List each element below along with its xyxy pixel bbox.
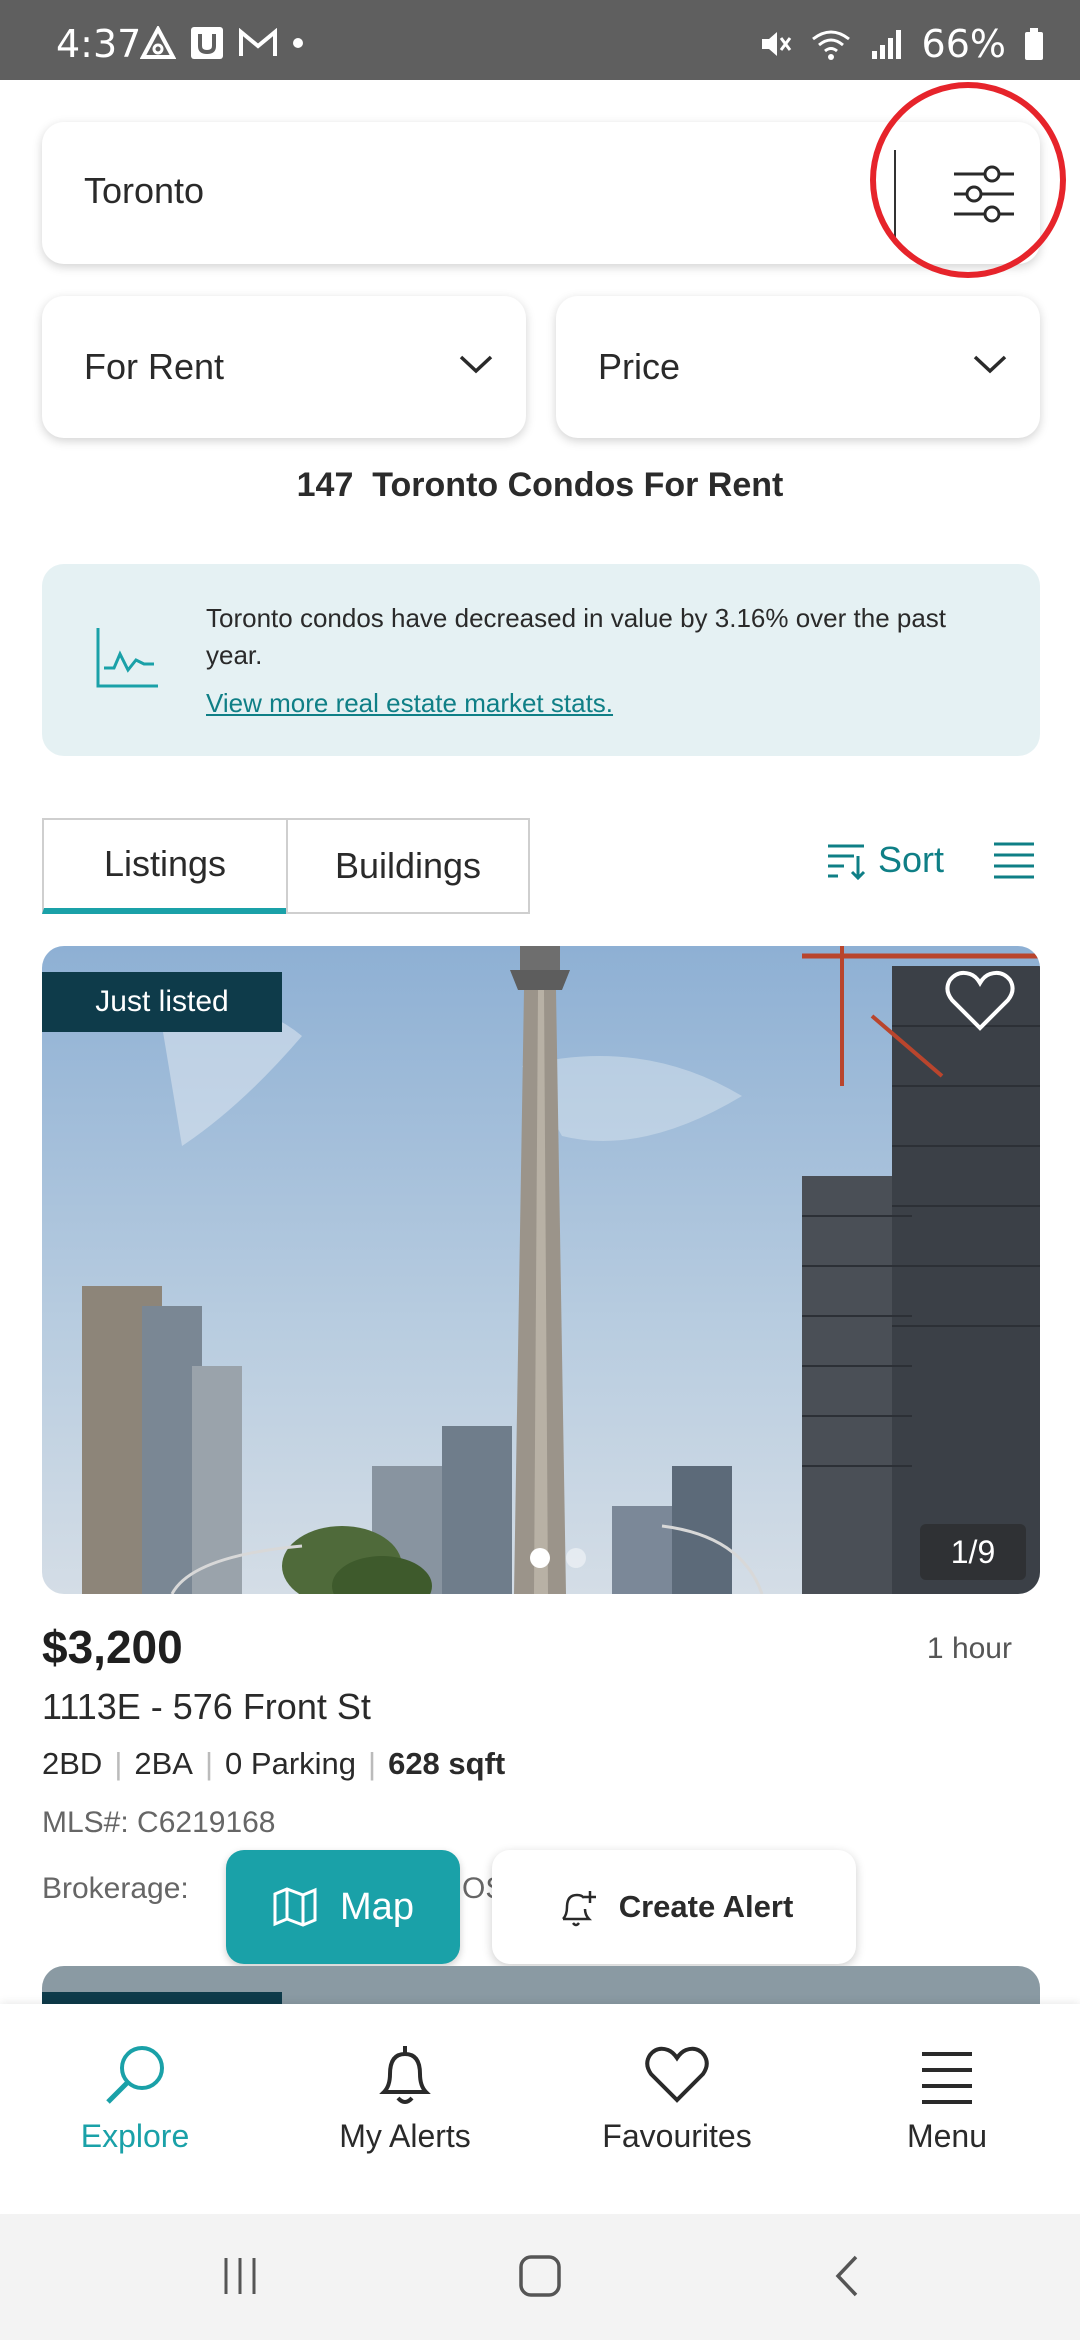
nav-explore-label: Explore: [80, 2118, 190, 2154]
pagination-dot: [566, 1548, 586, 1568]
listing-type-label: For Rent: [84, 346, 225, 387]
market-stats-card: Toronto condos have decreased in value b…: [42, 564, 1040, 756]
recent-apps-icon[interactable]: [218, 2254, 262, 2298]
signal-icon: [871, 30, 901, 59]
nav-my-alerts-label: My Alerts: [339, 2118, 471, 2154]
just-listed-badge: Just listed: [42, 972, 282, 1032]
separator: |: [204, 1746, 214, 1781]
battery-percent: 66%: [921, 22, 1006, 66]
nav-my-alerts[interactable]: My Alerts: [280, 2042, 530, 2155]
nav-menu-label: Menu: [906, 2118, 988, 2154]
separator: |: [114, 1746, 123, 1781]
sort-label: Sort: [878, 839, 945, 880]
next-listing-photo[interactable]: [42, 1966, 1040, 2006]
brokerage: Brokerage: OS: [42, 1872, 505, 1906]
search-input[interactable]: Toronto: [84, 170, 204, 212]
heart-icon: [645, 2046, 709, 2103]
notification-icons: [140, 26, 304, 60]
nav-favourites-label: Favourites: [602, 2118, 752, 2154]
nav-favourites[interactable]: Favourites: [552, 2042, 802, 2155]
chevron-down-icon: [459, 355, 493, 374]
map-button-label: Map: [340, 1885, 414, 1928]
parking-value: 0 Parking: [225, 1746, 357, 1781]
price-label: Price: [598, 346, 681, 387]
map-button[interactable]: Map: [226, 1850, 460, 1964]
create-alert-label: Create Alert: [618, 1889, 794, 1924]
bottom-navigation: Explore My Alerts Favourites Menu: [0, 2004, 1080, 2214]
warning-icon: [140, 26, 176, 59]
area-value: 628 sqft: [388, 1746, 506, 1781]
wifi-icon: [811, 30, 850, 60]
baths-value: 2BA: [134, 1746, 193, 1781]
status-time: 4:37: [56, 22, 142, 66]
chevron-down-icon: [973, 355, 1007, 374]
market-stats-link[interactable]: View more real estate market stats.: [206, 688, 613, 719]
system-navigation-bar: [0, 2214, 1080, 2340]
sort-icon: [828, 844, 866, 881]
app-u-icon: [191, 27, 223, 59]
nav-explore[interactable]: Explore: [10, 2042, 260, 2155]
create-alert-button[interactable]: Create Alert: [492, 1850, 856, 1964]
gmail-icon: [239, 28, 277, 56]
listing-specs: 2BD | 2BA | 0 Parking | 628 sqft: [42, 1746, 505, 1782]
sort-button[interactable]: Sort: [824, 838, 944, 882]
tab-buildings[interactable]: Buildings: [286, 818, 530, 914]
separator: |: [368, 1746, 377, 1781]
results-count: 147: [296, 466, 354, 504]
market-stats-text: Toronto condos have decreased in value b…: [206, 603, 947, 670]
listing-price: $3,200: [42, 1621, 183, 1673]
pagination-dot-active: [530, 1548, 550, 1568]
listing-type-dropdown[interactable]: For Rent: [42, 296, 526, 438]
listing-address[interactable]: 1113E - 576 Front St: [42, 1686, 371, 1728]
listing-time: 1 hour: [926, 1632, 1012, 1665]
highlight-circle: [870, 82, 1066, 278]
map-icon: [273, 1887, 317, 1927]
results-title: Toronto Condos For Rent: [372, 466, 784, 504]
mls-number: MLS#: C6219168: [42, 1806, 276, 1839]
brokerage-label: Brokerage:: [42, 1872, 189, 1905]
cn-tower-photo: [42, 946, 1040, 1594]
listing-photo[interactable]: Just listed 1/9: [42, 946, 1040, 1594]
heart-icon[interactable]: [944, 968, 1016, 1034]
bell-plus-icon: [561, 1891, 596, 1927]
mute-icon: [761, 32, 791, 56]
photo-pagination: [530, 1548, 586, 1568]
price-dropdown[interactable]: Price: [556, 296, 1040, 438]
search-icon: [106, 2046, 164, 2104]
nav-menu[interactable]: Menu: [822, 2042, 1072, 2155]
beds-value: 2BD: [42, 1746, 103, 1781]
photo-counter: 1/9: [920, 1524, 1026, 1580]
home-icon[interactable]: [518, 2254, 562, 2298]
tab-listings[interactable]: Listings: [42, 818, 288, 914]
status-bar: 4:37 66%: [0, 0, 1080, 80]
status-right: 66%: [758, 22, 1044, 66]
dot-icon: [293, 38, 303, 48]
list-view-icon[interactable]: [992, 838, 1036, 882]
results-heading: 147 Toronto Condos For Rent: [0, 466, 1080, 505]
back-icon[interactable]: [826, 2254, 870, 2298]
chart-line-icon: [96, 628, 158, 688]
bell-icon: [379, 2046, 431, 2104]
hamburger-icon: [922, 2052, 972, 2104]
battery-icon: [1025, 28, 1043, 60]
